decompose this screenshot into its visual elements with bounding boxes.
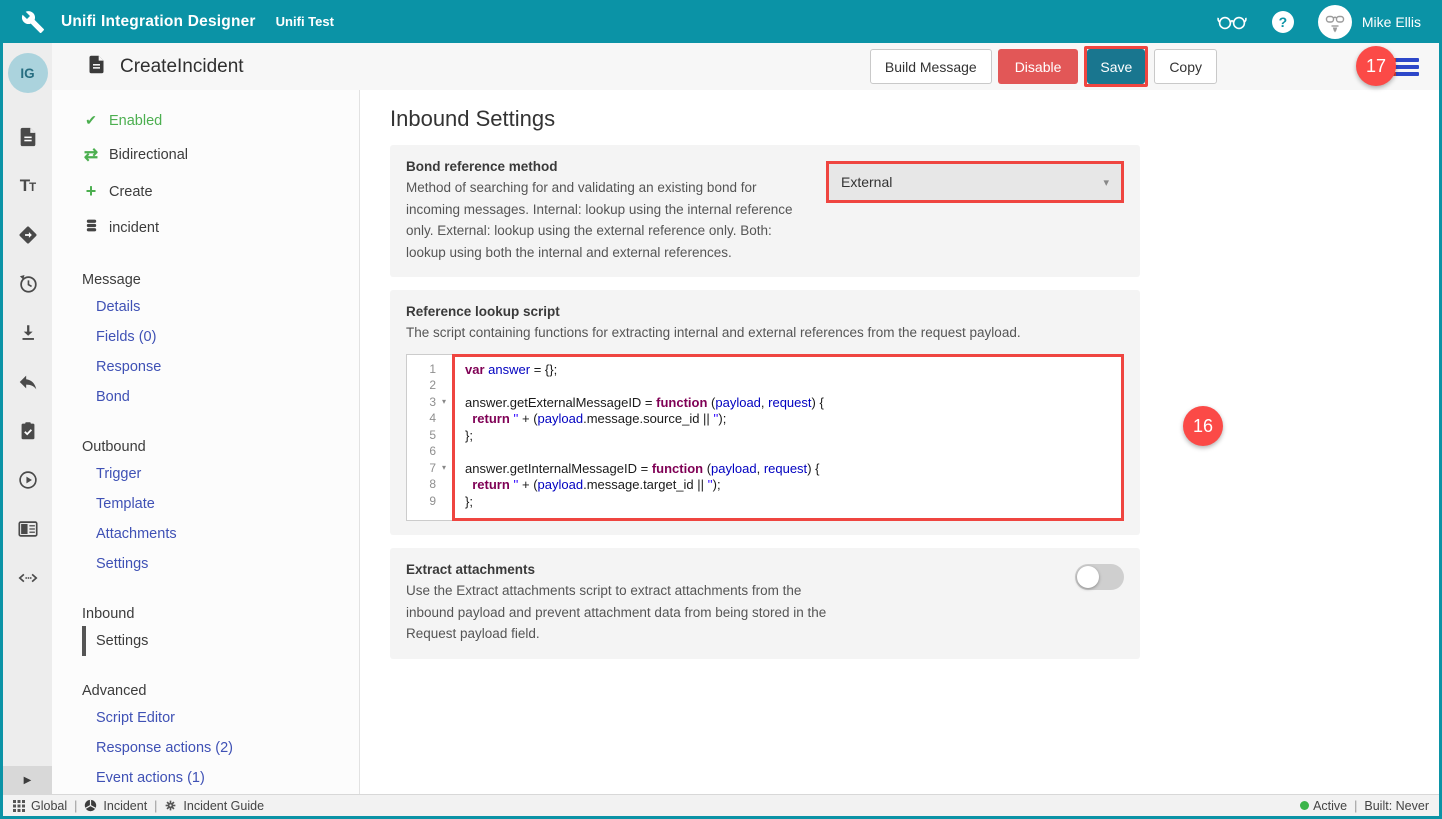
nav-item-bond[interactable]: Bond xyxy=(82,382,359,412)
wrench-icon xyxy=(21,10,45,34)
message-doc-icon xyxy=(86,54,107,80)
built-status-label: Built: Never xyxy=(1364,799,1429,813)
reference-lookup-script-description: The script containing functions for extr… xyxy=(406,322,1124,344)
nav-item-label: Enabled xyxy=(109,113,162,129)
integration-avatar[interactable]: IG xyxy=(8,53,48,93)
reference-lookup-script-label: Reference lookup script xyxy=(406,304,1124,319)
bond-reference-method-label: Bond reference method xyxy=(406,159,808,174)
application-label: Incident xyxy=(103,799,147,813)
fold-caret-icon[interactable]: ▾ xyxy=(436,463,452,472)
nav-item-response[interactable]: Response xyxy=(82,352,359,382)
page-section-heading: Inbound Settings xyxy=(390,106,1439,132)
nav-item-trigger[interactable]: Trigger xyxy=(82,459,359,489)
nav-item-label: incident xyxy=(109,220,159,236)
user-avatar xyxy=(1318,5,1352,39)
nav-section-outbound: Outbound xyxy=(82,435,359,459)
extract-attachments-description: Use the Extract attachments script to ex… xyxy=(406,580,834,645)
history-icon[interactable] xyxy=(16,272,40,296)
play-icon[interactable] xyxy=(16,468,40,492)
app-title: Unifi Integration Designer xyxy=(61,13,256,31)
nav-item-bidirectional[interactable]: ⇄ Bidirectional xyxy=(82,137,359,173)
nav-item-inbound-settings[interactable]: Settings xyxy=(82,626,359,656)
gear-icon xyxy=(164,799,177,812)
nav-item-event-actions[interactable]: Event actions (1) xyxy=(82,763,359,793)
nav-item-outbound-settings[interactable]: Settings xyxy=(82,549,359,579)
page-title: CreateIncident xyxy=(120,56,244,78)
copy-button[interactable]: Copy xyxy=(1154,49,1217,84)
menu-icon[interactable] xyxy=(1393,58,1419,76)
scope-selector[interactable]: Global xyxy=(13,799,67,813)
user-menu[interactable]: Mike Ellis xyxy=(1318,5,1421,39)
application-selector[interactable]: Incident xyxy=(84,799,147,813)
download-icon[interactable] xyxy=(16,321,40,345)
directions-icon[interactable] xyxy=(16,223,40,247)
nav-item-details[interactable]: Details xyxy=(82,292,359,322)
nav-item-incident-table[interactable]: incident xyxy=(82,210,359,245)
document-icon[interactable] xyxy=(16,125,40,149)
active-status-icon xyxy=(1300,801,1309,810)
check-icon: ✔ xyxy=(82,112,100,129)
extract-attachments-card: Extract attachments Use the Extract atta… xyxy=(390,548,1140,659)
icon-rail: IG TT xyxy=(3,43,52,794)
nav-item-label: Bidirectional xyxy=(109,147,188,163)
nav-section-message: Message xyxy=(82,268,359,292)
help-icon[interactable]: ? xyxy=(1272,11,1294,33)
nav-item-fields[interactable]: Fields (0) xyxy=(82,322,359,352)
nav-item-create[interactable]: + Create xyxy=(82,173,359,210)
integration-label: Incident Guide xyxy=(183,799,264,813)
chevron-down-icon: ▾ xyxy=(1103,176,1109,189)
build-message-button[interactable]: Build Message xyxy=(870,49,992,84)
expand-sidebar-button[interactable]: ▶ xyxy=(3,766,52,794)
nav-item-response-actions[interactable]: Response actions (2) xyxy=(82,733,359,763)
reference-lookup-script-card: Reference lookup script The script conta… xyxy=(390,290,1140,535)
documentation-icon[interactable] xyxy=(16,517,40,541)
script-editor: 123▾4567▾89 var answer = {}; answer.getE… xyxy=(406,354,1124,522)
nav-section-inbound: Inbound xyxy=(82,602,359,626)
active-status-label: Active xyxy=(1313,799,1347,813)
incident-app-icon xyxy=(84,799,97,812)
code-gutter: 123▾4567▾89 xyxy=(406,354,452,522)
task-check-icon[interactable] xyxy=(16,419,40,443)
text-format-icon[interactable]: TT xyxy=(16,174,40,198)
bond-reference-method-select[interactable]: External ▾ xyxy=(829,164,1121,200)
app-header: Unifi Integration Designer Unifi Test ? xyxy=(3,0,1439,43)
title-bar: CreateIncident Build Message Disable Sav… xyxy=(52,43,1439,90)
message-nav-panel: ✔ Enabled ⇄ Bidirectional + Create xyxy=(52,90,360,794)
extract-attachments-label: Extract attachments xyxy=(406,562,834,577)
disable-button[interactable]: Disable xyxy=(998,49,1079,84)
main-content: Inbound Settings Bond reference method M… xyxy=(360,90,1439,794)
app-window: Unifi Integration Designer Unifi Test ? xyxy=(0,0,1442,819)
extract-attachments-toggle[interactable] xyxy=(1075,564,1124,590)
bond-reference-method-description: Method of searching for and validating a… xyxy=(406,177,808,263)
glasses-icon[interactable] xyxy=(1216,13,1248,31)
dropdown-annotation-box: External ▾ xyxy=(826,161,1124,203)
user-name: Mike Ellis xyxy=(1362,14,1421,30)
plus-icon: + xyxy=(82,181,100,202)
annotation-step-17-badge: 17 xyxy=(1356,46,1396,86)
bond-reference-method-card: Bond reference method Method of searchin… xyxy=(390,145,1140,277)
nav-item-template[interactable]: Template xyxy=(82,489,359,519)
integration-selector[interactable]: Incident Guide xyxy=(164,799,264,813)
save-annotation-box: Save xyxy=(1084,46,1148,87)
code-icon[interactable] xyxy=(16,566,40,590)
grid-icon xyxy=(13,800,25,812)
reply-icon[interactable] xyxy=(16,370,40,394)
save-button[interactable]: Save xyxy=(1087,49,1145,84)
selected-option: External xyxy=(841,174,892,190)
nav-item-script-editor[interactable]: Script Editor xyxy=(82,703,359,733)
code-lines[interactable]: var answer = {}; answer.getExternalMessa… xyxy=(452,354,1124,522)
environment-name: Unifi Test xyxy=(276,14,334,29)
database-icon xyxy=(82,218,100,237)
nav-section-advanced: Advanced xyxy=(82,679,359,703)
swap-arrows-icon: ⇄ xyxy=(82,145,100,165)
nav-item-enabled[interactable]: ✔ Enabled xyxy=(82,104,359,137)
nav-item-attachments[interactable]: Attachments xyxy=(82,519,359,549)
nav-item-label: Create xyxy=(109,184,153,200)
scope-label: Global xyxy=(31,799,67,813)
toggle-knob xyxy=(1077,566,1099,588)
annotation-step-16-badge: 16 xyxy=(1183,406,1223,446)
status-bar: Global | Incident | Incident Guide Activ… xyxy=(3,794,1439,816)
fold-caret-icon[interactable]: ▾ xyxy=(436,397,452,406)
